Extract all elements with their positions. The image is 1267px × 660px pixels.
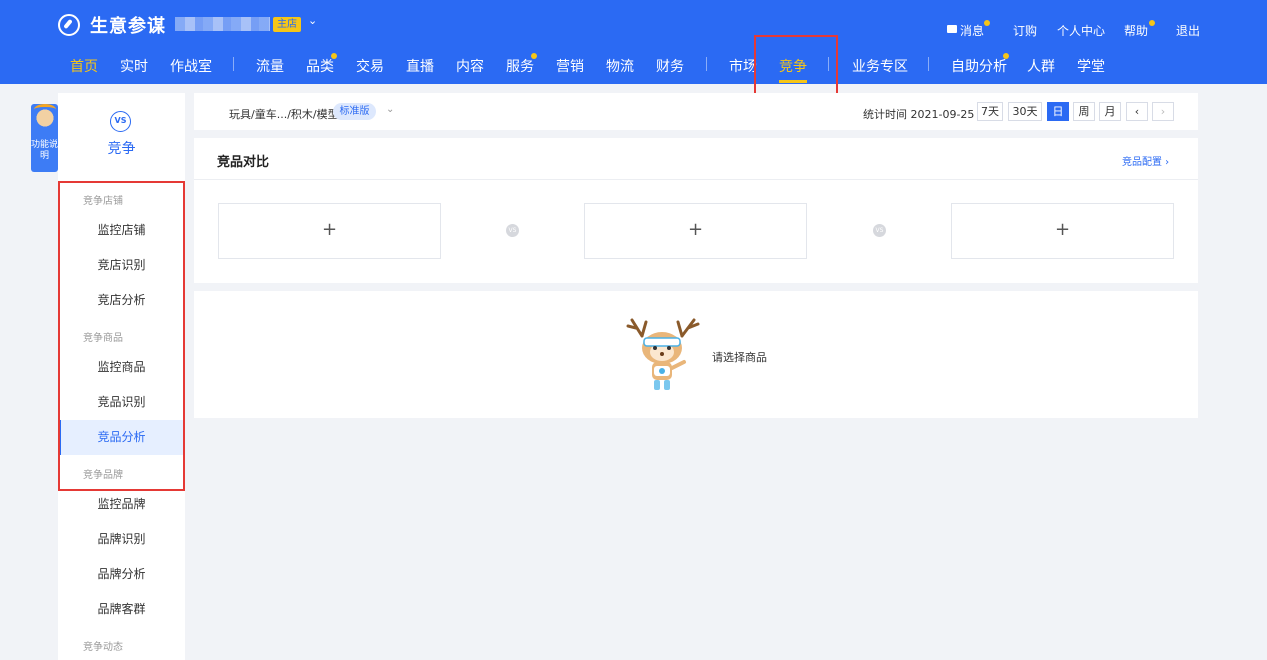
notification-dot <box>1003 53 1009 59</box>
nav-crowd[interactable]: 人群 <box>1027 56 1055 76</box>
range-week-button[interactable]: 周 <box>1073 102 1095 121</box>
vs-icon: VS <box>110 111 131 132</box>
prev-period-button[interactable]: ‹ <box>1126 102 1148 121</box>
sidebar-item-monitor-brands[interactable]: 监控品牌 <box>58 487 185 522</box>
nav-war-room[interactable]: 作战室 <box>170 56 212 76</box>
nav-divider <box>928 57 929 71</box>
nav-finance[interactable]: 财务 <box>656 56 684 76</box>
panel-title: 竞品对比 <box>217 155 270 170</box>
version-badge[interactable]: 标准版 <box>333 103 376 120</box>
function-guide-label: 功能说明 <box>31 140 59 161</box>
nav-academy[interactable]: 学堂 <box>1077 56 1105 76</box>
brand-divider <box>161 16 162 32</box>
chevron-down-icon[interactable]: ⌄ <box>308 14 317 27</box>
shop-badge: 主店 <box>273 17 301 32</box>
brand-name[interactable]: 生意参谋 <box>90 12 166 38</box>
range-30d-button[interactable]: 30天 <box>1008 102 1042 121</box>
nav-competition[interactable]: 竞争 <box>779 56 807 76</box>
sidebar-item-analyze-brands[interactable]: 品牌分析 <box>58 557 185 592</box>
function-guide-tab[interactable]: 功能说明 <box>31 104 58 172</box>
nav-category[interactable]: 品类 <box>306 56 334 76</box>
vs-icon: VS <box>873 224 886 237</box>
notification-dot <box>1149 20 1155 26</box>
link-subscribe[interactable]: 订购 <box>1013 22 1037 39</box>
nav-home[interactable]: 首页 <box>70 56 98 76</box>
sidebar-item-brand-customers[interactable]: 品牌客群 <box>58 592 185 627</box>
nav-realtime[interactable]: 实时 <box>120 56 148 76</box>
link-messages[interactable]: 消息 <box>960 22 984 39</box>
sidebar-item-analyze-products[interactable]: 竞品分析 <box>58 420 185 455</box>
empty-message: 请选择商品 <box>712 351 767 364</box>
sidebar-group-dynamics: 竞争动态 <box>83 642 123 653</box>
nav-business-zone[interactable]: 业务专区 <box>852 56 908 76</box>
sidebar-item-analyze-shops[interactable]: 竞店分析 <box>58 283 185 318</box>
nav-trade[interactable]: 交易 <box>356 56 384 76</box>
sidebar-group-products: 竞争商品 <box>83 333 123 344</box>
nav-divider <box>706 57 707 71</box>
nav-self-analysis[interactable]: 自助分析 <box>951 56 1007 76</box>
shop-name-blurred[interactable] <box>175 17 270 31</box>
nav-divider <box>828 57 829 71</box>
sidebar-group-brands: 竞争品牌 <box>83 470 123 481</box>
next-period-button[interactable]: › <box>1152 102 1174 121</box>
add-product-slot[interactable]: + <box>584 203 807 259</box>
nav-traffic[interactable]: 流量 <box>256 56 284 76</box>
vs-icon: VS <box>506 224 519 237</box>
range-7d-button[interactable]: 7天 <box>977 102 1003 121</box>
sidebar-item-identify-shops[interactable]: 竞店识别 <box>58 248 185 283</box>
sidebar-item-monitor-shops[interactable]: 监控店铺 <box>58 213 185 248</box>
add-product-slot[interactable]: + <box>951 203 1174 259</box>
nav-content[interactable]: 内容 <box>456 56 484 76</box>
nav-live[interactable]: 直播 <box>406 56 434 76</box>
notification-dot <box>531 53 537 59</box>
message-icon[interactable] <box>947 25 957 33</box>
panel-divider <box>194 179 1198 180</box>
sidebar-item-monitor-products[interactable]: 监控商品 <box>58 350 185 385</box>
notification-dot <box>331 53 337 59</box>
sidebar-title: 竞争 <box>107 141 136 157</box>
category-selector[interactable]: 玩具/童车.../积木/模型 <box>229 106 339 122</box>
product-config-link[interactable]: 竞品配置 › <box>1122 153 1169 168</box>
mascot-icon <box>34 104 56 136</box>
nav-service[interactable]: 服务 <box>506 56 534 76</box>
range-month-button[interactable]: 月 <box>1099 102 1121 121</box>
nav-marketing[interactable]: 营销 <box>556 56 584 76</box>
nav-active-indicator <box>779 80 807 83</box>
link-help[interactable]: 帮助 <box>1124 22 1148 39</box>
chevron-down-icon[interactable]: ⌄ <box>386 104 394 115</box>
sidebar-item-identify-products[interactable]: 竞品识别 <box>58 385 185 420</box>
nav-logistics[interactable]: 物流 <box>606 56 634 76</box>
link-personal-center[interactable]: 个人中心 <box>1057 22 1105 39</box>
nav-market[interactable]: 市场 <box>729 56 757 76</box>
deer-mascot-icon <box>626 318 700 390</box>
range-day-button[interactable]: 日 <box>1047 102 1069 121</box>
notification-dot <box>984 20 990 26</box>
stat-time: 统计时间 2021-09-25 <box>863 108 975 121</box>
nav-divider <box>233 57 234 71</box>
compass-logo-icon[interactable] <box>58 14 80 36</box>
sidebar-item-identify-brands[interactable]: 品牌识别 <box>58 522 185 557</box>
sidebar-group-shops: 竞争店铺 <box>83 196 123 207</box>
add-product-slot[interactable]: + <box>218 203 441 259</box>
link-logout[interactable]: 退出 <box>1176 22 1200 39</box>
